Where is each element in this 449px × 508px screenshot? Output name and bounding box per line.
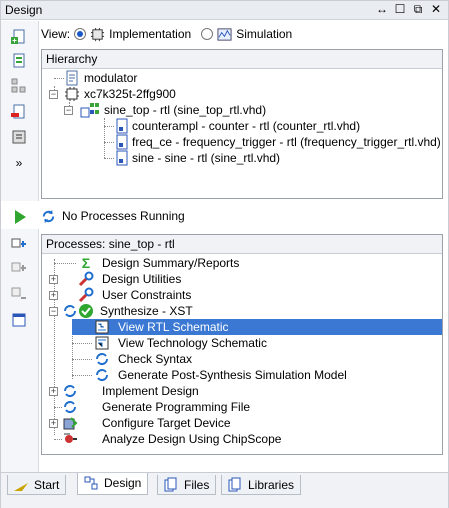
refresh-icon xyxy=(96,369,108,381)
process-implement-design[interactable]: + Implement Design xyxy=(42,383,442,399)
restore-icon[interactable]: ⧉ xyxy=(412,2,424,17)
run-icon[interactable] xyxy=(11,208,29,226)
tab-files[interactable]: Files xyxy=(157,475,217,495)
stop-icon[interactable] xyxy=(10,285,28,303)
tools-icon xyxy=(78,287,94,303)
process-toolbar xyxy=(1,210,39,472)
process-check-syntax[interactable]: Check Syntax xyxy=(42,351,442,367)
tree-item-sine-top[interactable]: − sine_top - rtl (sine_top_rtl.vhd) xyxy=(42,102,432,118)
open-view-icon[interactable] xyxy=(10,311,28,329)
collapse-icon[interactable]: − xyxy=(64,106,73,115)
panel-title-bar: Design ↔ ☐ ⧉ ✕ xyxy=(1,1,448,20)
expand-icon[interactable]: + xyxy=(49,275,58,284)
process-status: No Processes Running xyxy=(41,206,185,226)
implementation-radio[interactable] xyxy=(74,28,87,40)
chipscope-icon xyxy=(64,433,77,443)
libraries-icon xyxy=(228,477,241,492)
check-icon xyxy=(79,304,93,318)
process-view-technology-schematic[interactable]: View Technology Schematic xyxy=(42,335,442,351)
rerun-all-icon[interactable] xyxy=(10,260,28,278)
add-source-icon[interactable] xyxy=(10,52,28,70)
hierarchy-view-icon[interactable] xyxy=(10,77,28,95)
summary-sigma-icon: Σ xyxy=(81,255,91,271)
process-design-summary[interactable]: Σ Design Summary/Reports xyxy=(42,255,442,271)
hierarchy-header: Hierarchy xyxy=(42,50,442,69)
implementation-icon xyxy=(91,27,105,41)
tree-item-sine[interactable]: sine - sine - rtl (sine_rtl.vhd) xyxy=(42,150,432,166)
process-configure-target-device[interactable]: + Configure Target Device xyxy=(42,415,442,431)
expand-icon[interactable]: + xyxy=(49,419,58,428)
processes-header: Processes: sine_top - rtl xyxy=(42,235,442,254)
process-design-utilities[interactable]: + Design Utilities xyxy=(42,271,442,287)
expand-icon[interactable]: + xyxy=(49,291,58,300)
collapse-icon[interactable]: − xyxy=(49,90,58,99)
simulation-label[interactable]: Simulation xyxy=(236,27,292,41)
chip-icon xyxy=(65,87,79,101)
hierarchy-toolbar: » xyxy=(1,21,39,201)
files-icon xyxy=(164,477,177,492)
design-panel: Design ↔ ☐ ⧉ ✕ » View: Implementation Si… xyxy=(0,0,449,508)
refresh-icon xyxy=(64,401,76,413)
panel-controls: ↔ ☐ ⧉ ✕ xyxy=(376,2,442,17)
tab-libraries[interactable]: Libraries xyxy=(221,475,302,495)
process-generate-programming-file[interactable]: Generate Programming File xyxy=(42,399,442,415)
vhdl-file-icon xyxy=(116,134,128,150)
start-icon xyxy=(14,483,28,491)
bottom-tabs: Start Design Files Libraries xyxy=(1,472,448,508)
tree-item-modulator[interactable]: modulator xyxy=(42,70,432,86)
refresh-icon xyxy=(64,385,76,397)
tree-item-counterampl[interactable]: counterampl - counter - rtl (counter_rtl… xyxy=(42,118,432,134)
design-tab-icon xyxy=(84,476,98,490)
properties-icon[interactable] xyxy=(10,128,28,146)
tree-item-device[interactable]: − xc7k325t-2ffg900 xyxy=(42,86,432,102)
remove-source-icon[interactable] xyxy=(10,103,28,121)
process-synthesize[interactable]: − Synthesize - XST xyxy=(42,303,442,319)
process-view-rtl-schematic[interactable]: View RTL Schematic xyxy=(72,319,442,335)
new-source-icon[interactable] xyxy=(10,28,28,46)
document-icon xyxy=(66,70,78,86)
schematic-icon xyxy=(95,336,109,350)
processes-panel: Processes: sine_top - rtl Σ Design Summa… xyxy=(41,234,443,455)
float-icon[interactable]: ↔ xyxy=(376,2,388,17)
device-config-icon xyxy=(63,417,78,430)
module-icon xyxy=(80,103,99,118)
maximize-icon[interactable]: ☐ xyxy=(394,2,406,17)
vhdl-file-icon xyxy=(116,150,128,166)
tree-item-freq-ce[interactable]: freq_ce - frequency_trigger - rtl (frequ… xyxy=(42,134,441,150)
collapse-icon[interactable]: − xyxy=(49,307,58,316)
process-generate-post-synthesis[interactable]: Generate Post-Synthesis Simulation Model xyxy=(42,367,442,383)
implementation-label[interactable]: Implementation xyxy=(109,27,191,41)
refresh-icon xyxy=(64,305,76,317)
close-icon[interactable]: ✕ xyxy=(430,2,442,17)
more-chevron-icon[interactable]: » xyxy=(10,156,28,174)
tab-design[interactable]: Design xyxy=(77,473,149,495)
view-label: View: xyxy=(41,27,71,41)
status-text: No Processes Running xyxy=(62,209,185,223)
process-analyze-chipscope[interactable]: Analyze Design Using ChipScope xyxy=(42,431,442,447)
view-selector: View: Implementation Simulation xyxy=(41,24,292,44)
schematic-icon xyxy=(95,320,109,334)
status-refresh-icon xyxy=(42,209,55,223)
tab-start[interactable]: Start xyxy=(7,475,67,495)
expand-icon[interactable]: + xyxy=(49,387,58,396)
refresh-icon xyxy=(96,353,108,365)
panel-title: Design xyxy=(5,3,43,17)
simulation-radio[interactable] xyxy=(201,28,214,40)
hierarchy-panel: Hierarchy modulator − xc7k325t-2ffg900 −… xyxy=(41,49,443,199)
tools-icon xyxy=(78,271,94,287)
process-user-constraints[interactable]: + User Constraints xyxy=(42,287,442,303)
vhdl-file-icon xyxy=(116,118,128,134)
simulation-icon xyxy=(217,27,232,41)
rerun-icon[interactable] xyxy=(10,236,28,254)
